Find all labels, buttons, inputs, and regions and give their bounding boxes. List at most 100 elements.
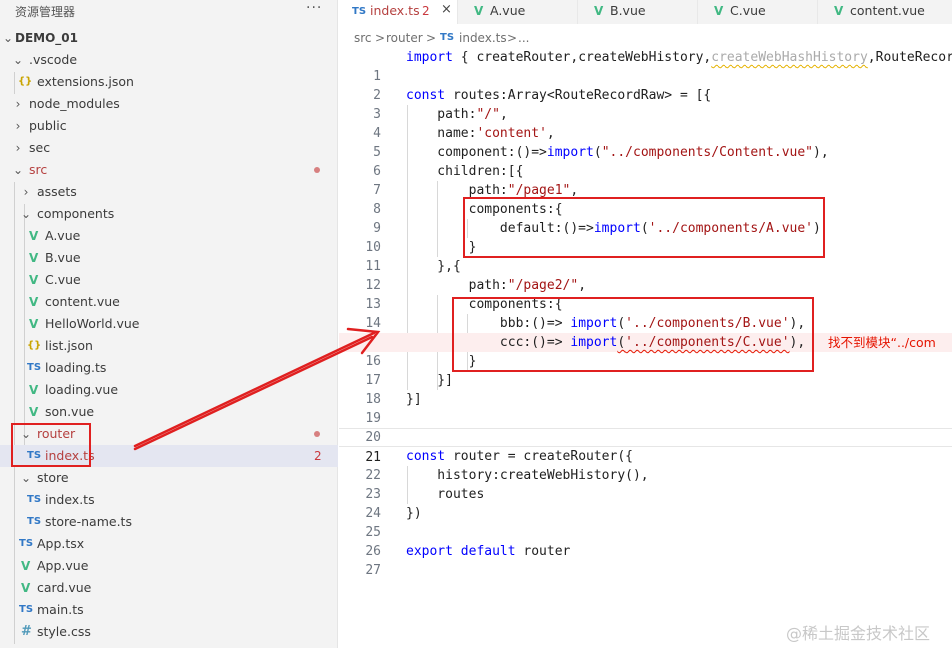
css-file-icon: # <box>21 624 32 639</box>
components-a-highlight-box <box>463 197 825 258</box>
code-line: 19 }] <box>365 392 422 426</box>
tree-item-label: public <box>29 118 67 133</box>
tree-file-app-vue[interactable]: V App.vue <box>0 555 338 577</box>
tree-item-label: list.json <box>45 338 93 353</box>
tree-item-label: A.vue <box>45 228 81 243</box>
tree-folder-sec[interactable]: › sec <box>0 137 338 159</box>
breadcrumb-src[interactable]: src <box>354 28 372 48</box>
code-line: 2 <box>373 88 381 103</box>
ts-file-icon: TS <box>27 362 42 373</box>
code-line: 7 children:[{ <box>373 164 524 198</box>
breadcrumb-router[interactable]: router <box>386 28 423 48</box>
vue-file-icon: V <box>29 317 39 331</box>
tree-file-loading-vue[interactable]: V loading.vue <box>0 379 338 401</box>
tree-item-label: content.vue <box>45 294 120 309</box>
tree-item-label: App.tsx <box>37 536 85 551</box>
code-line: 26 <box>365 544 381 559</box>
inline-error-message: 找不到模块“../com <box>828 335 936 350</box>
tree-file-card-vue[interactable]: V card.vue <box>0 577 338 599</box>
tree-file-app-tsx[interactable]: TS App.tsx <box>0 533 338 555</box>
tab-label: C.vue <box>730 3 766 18</box>
vue-file-icon: V <box>714 4 724 18</box>
tab-label: A.vue <box>490 3 526 18</box>
tree-file-b-vue[interactable]: V B.vue <box>0 247 338 269</box>
breadcrumb: src > router > TS index.ts > ... <box>339 28 952 48</box>
tree-item-label: index.ts <box>45 492 95 507</box>
more-actions-icon[interactable]: ··· <box>306 0 322 16</box>
vue-file-icon: V <box>21 581 31 595</box>
code-line: 22 const router = createRouter({ <box>365 449 633 483</box>
explorer-title: 资源管理器 <box>15 5 76 19</box>
code-line: 23 history:createWebHistory(), <box>365 468 649 502</box>
explorer-panel: 资源管理器 ··· ⌄ DEMO_01 ⌄ .vscode {} extensi… <box>0 0 338 648</box>
explorer-header: 资源管理器 ··· <box>0 0 338 24</box>
tree-item-label: B.vue <box>45 250 81 265</box>
workspace-root[interactable]: ⌄ DEMO_01 <box>0 27 338 49</box>
chevron-down-icon: ⌄ <box>12 163 24 177</box>
code-line: 5 name:'content', <box>373 126 555 160</box>
tab-a-vue[interactable]: V A.vue <box>458 0 578 24</box>
tab-b-vue[interactable]: V B.vue <box>578 0 698 24</box>
tree-file-store-index-ts[interactable]: TS index.ts <box>0 489 338 511</box>
workspace-root-label: DEMO_01 <box>15 31 78 45</box>
chevron-right-icon: › <box>15 141 21 155</box>
tree-file-c-vue[interactable]: V C.vue <box>0 269 338 291</box>
vue-file-icon: V <box>474 4 484 18</box>
breadcrumb-separator: > <box>426 31 437 45</box>
tree-folder-src[interactable]: ⌄ src <box>0 159 338 181</box>
tree-item-label: C.vue <box>45 272 81 287</box>
vue-file-icon: V <box>834 4 844 18</box>
code-line: 18 }] <box>365 373 453 407</box>
tree-file-content-vue[interactable]: V content.vue <box>0 291 338 313</box>
ts-file-icon: TS <box>352 6 367 17</box>
tree-item-label: src <box>29 162 48 177</box>
tab-c-vue[interactable]: V C.vue <box>698 0 818 24</box>
tree-folder-vscode[interactable]: ⌄ .vscode <box>0 49 338 71</box>
tree-item-label: loading.vue <box>45 382 119 397</box>
breadcrumb-symbols[interactable]: ... <box>518 28 529 48</box>
tree-file-list-json[interactable]: {} list.json <box>0 335 338 357</box>
tab-index-ts[interactable]: TS index.ts 2 × <box>339 0 458 24</box>
tree-file-store-name-ts[interactable]: TS store-name.ts <box>0 511 338 533</box>
tree-folder-assets[interactable]: › assets <box>0 181 338 203</box>
tree-item-label: store-name.ts <box>45 514 132 529</box>
code-line: 6 component:()=>import("../components/Co… <box>373 145 829 179</box>
ts-file-icon: TS <box>440 32 455 43</box>
json-file-icon: {} <box>27 340 42 351</box>
tree-file-extensions-json[interactable]: {} extensions.json <box>0 71 338 93</box>
chevron-down-icon: ⌄ <box>20 207 32 221</box>
tree-file-helloworld-vue[interactable]: V HelloWorld.vue <box>0 313 338 335</box>
tree-item-label: store <box>37 470 69 485</box>
close-icon[interactable]: × <box>441 0 452 21</box>
tree-file-a-vue[interactable]: V A.vue <box>0 225 338 247</box>
tree-folder-node-modules[interactable]: › node_modules <box>0 93 338 115</box>
problem-count-badge: 2 <box>314 449 322 463</box>
tree-folder-store[interactable]: ⌄ store <box>0 467 338 489</box>
vue-file-icon: V <box>29 405 39 419</box>
tree-item-label: components <box>37 206 115 221</box>
tree-file-loading-ts[interactable]: TS loading.ts <box>0 357 338 379</box>
tree-item-label: style.css <box>37 624 91 639</box>
chevron-right-icon: › <box>15 97 21 111</box>
tree-file-main-ts[interactable]: TS main.ts <box>0 599 338 621</box>
vue-file-icon: V <box>21 559 31 573</box>
router-highlight-box <box>11 423 91 467</box>
components-bc-highlight-box <box>452 297 814 372</box>
chevron-down-icon: ⌄ <box>2 31 14 45</box>
code-editor[interactable]: 1 import { createRouter,createWebHistory… <box>339 48 952 648</box>
breadcrumb-separator: > <box>507 31 518 45</box>
tree-item-label: node_modules <box>29 96 120 111</box>
tree-file-son-vue[interactable]: V son.vue <box>0 401 338 423</box>
tree-folder-public[interactable]: › public <box>0 115 338 137</box>
vue-file-icon: V <box>29 295 39 309</box>
breadcrumb-separator: > <box>375 31 386 45</box>
vue-file-icon: V <box>594 4 604 18</box>
code-line: 13 path:"/page2/", <box>365 278 587 312</box>
ts-file-icon: TS <box>27 516 42 527</box>
tree-folder-components[interactable]: ⌄ components <box>0 203 338 225</box>
chevron-right-icon: › <box>15 119 21 133</box>
breadcrumb-file[interactable]: index.ts <box>459 28 507 48</box>
tab-content-vue[interactable]: V content.vue <box>818 0 952 24</box>
chevron-down-icon: ⌄ <box>20 471 32 485</box>
tree-file-style-css[interactable]: # style.css <box>0 621 338 643</box>
